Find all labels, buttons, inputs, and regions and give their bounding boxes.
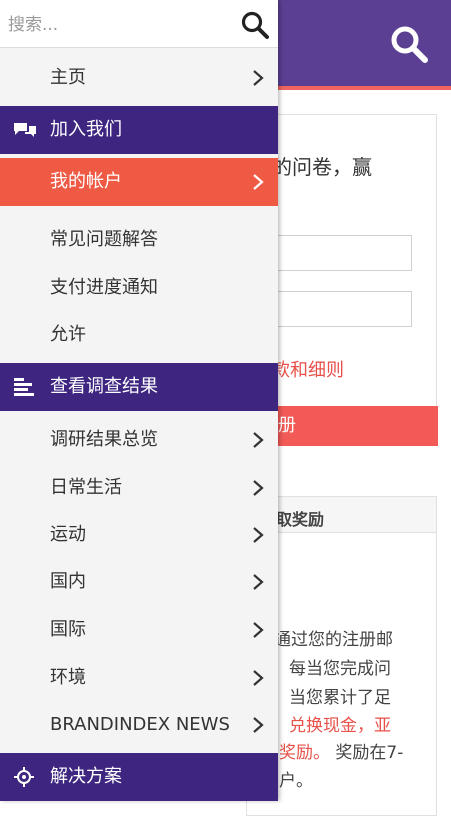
menu-item-faq[interactable]: 常见问题解答 bbox=[0, 216, 278, 264]
chevron-right-icon bbox=[253, 622, 264, 638]
menu-section-label: 加入我们 bbox=[50, 119, 122, 140]
menu-item-label: 常见问题解答 bbox=[50, 229, 158, 250]
chevron-right-icon bbox=[253, 70, 264, 86]
menu-item-brandindex-news[interactable]: BRANDINDEX NEWS bbox=[0, 701, 278, 749]
menu-item-permission[interactable]: 允许 bbox=[0, 311, 278, 359]
menu-item-label: 主页 bbox=[50, 67, 86, 88]
menu-item-payment-notice[interactable]: 支付进度通知 bbox=[0, 264, 278, 312]
menu-section-label: 解决方案 bbox=[50, 766, 122, 787]
menu-item-label: 国内 bbox=[50, 571, 86, 592]
menu-section-join-us[interactable]: 加入我们 bbox=[0, 106, 278, 154]
rewards-line: 户。 bbox=[279, 771, 313, 791]
menu-item-daily-life[interactable]: 日常生活 bbox=[0, 464, 278, 512]
chat-bubbles-icon bbox=[14, 123, 36, 137]
menu-item-my-account[interactable]: 我的帐户 bbox=[0, 158, 278, 206]
menu-item-label: 运动 bbox=[50, 524, 86, 545]
chevron-right-icon bbox=[253, 527, 264, 543]
menu-item-label: 支付进度通知 bbox=[50, 277, 158, 298]
menu-section-solutions[interactable]: 解决方案 bbox=[0, 753, 278, 801]
menu-section-survey-results[interactable]: 查看调查结果 bbox=[0, 363, 278, 411]
bar-list-icon bbox=[14, 378, 34, 396]
rewards-line: 兑换现金，亚 bbox=[289, 716, 391, 736]
rewards-line: 通过您的注册邮 bbox=[274, 630, 393, 650]
menu-item-label: 我的帐户 bbox=[50, 171, 122, 192]
chevron-right-icon bbox=[253, 432, 264, 448]
menu-item-label: 环境 bbox=[50, 667, 86, 688]
menu-item-label: 日常生活 bbox=[50, 477, 122, 498]
register-button[interactable]: 册 bbox=[256, 406, 438, 446]
menu-search-input[interactable] bbox=[6, 8, 230, 42]
menu-item-sports[interactable]: 运动 bbox=[0, 511, 278, 559]
chevron-right-icon bbox=[253, 480, 264, 496]
menu-item-environment[interactable]: 环境 bbox=[0, 654, 278, 702]
menu-item-label: 国际 bbox=[50, 619, 86, 640]
terms-link[interactable]: 款和细则 bbox=[272, 356, 344, 382]
rewards-title: 取奖励 bbox=[276, 510, 325, 529]
menu-item-home[interactable]: 主页 bbox=[0, 54, 278, 102]
menu-item-label: BRANDINDEX NEWS bbox=[50, 714, 230, 735]
registration-input-2[interactable] bbox=[256, 291, 412, 327]
rewards-line: 每当您完成问 bbox=[289, 659, 391, 679]
menu-search-bar bbox=[0, 0, 278, 48]
registration-text: 的问卷，赢 bbox=[272, 155, 372, 179]
menu-item-results-overview[interactable]: 调研结果总览 bbox=[0, 416, 278, 464]
menu-item-label: 调研结果总览 bbox=[50, 429, 158, 450]
chevron-right-icon bbox=[253, 174, 264, 190]
menu-item-domestic[interactable]: 国内 bbox=[0, 558, 278, 606]
search-icon[interactable] bbox=[389, 24, 429, 64]
registration-input-1[interactable] bbox=[256, 235, 412, 271]
chevron-right-icon bbox=[253, 717, 264, 733]
menu-section-label: 查看调查结果 bbox=[50, 376, 158, 397]
rewards-line: 当您累计了足 bbox=[289, 688, 391, 708]
chevron-right-icon bbox=[253, 670, 264, 686]
menu-item-label: 允许 bbox=[50, 324, 86, 345]
search-icon[interactable] bbox=[240, 10, 270, 40]
chevron-right-icon bbox=[253, 574, 264, 590]
menu-item-international[interactable]: 国际 bbox=[0, 606, 278, 654]
crosshair-icon bbox=[14, 767, 34, 787]
rewards-line: 奖励。 奖励在7- bbox=[279, 743, 404, 763]
side-menu: 主页 加入我们 我的帐户 常见问题解答 支付进度通知 允许 查看调查结果 调研结… bbox=[0, 0, 278, 801]
